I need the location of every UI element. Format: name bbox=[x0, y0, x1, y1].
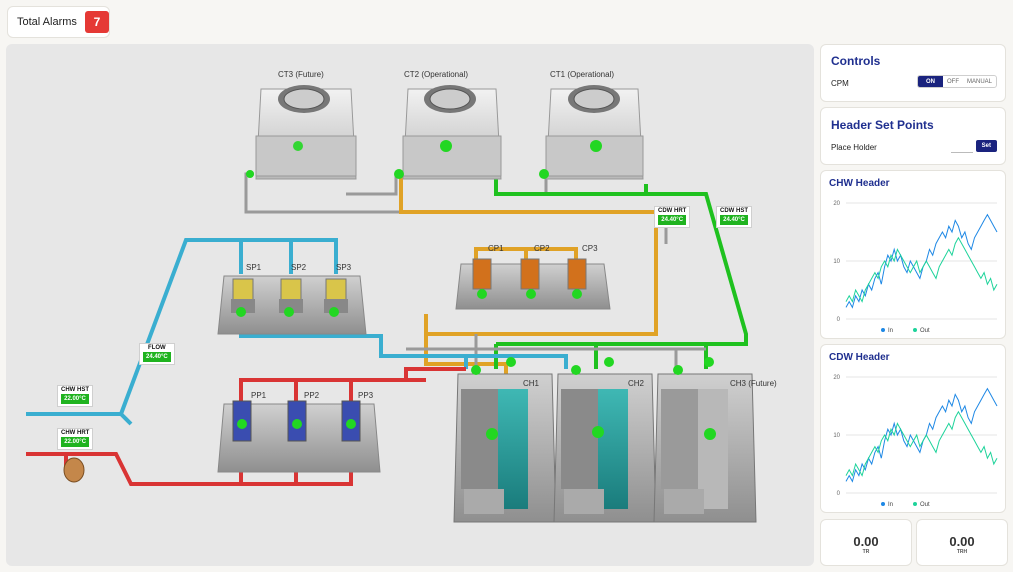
tag-cdw-hst[interactable]: CDW HST 24.40°C bbox=[716, 206, 752, 228]
pump-sp2 bbox=[279, 278, 303, 317]
pump-pp3 bbox=[341, 400, 361, 442]
trh-metric: 0.00 TRH bbox=[916, 519, 1008, 566]
label-cp3: CP3 bbox=[582, 244, 598, 253]
tag-cdw-hrt-value: 24.40°C bbox=[658, 215, 687, 225]
tag-chw-hrt-name: CHW HRT bbox=[61, 430, 90, 436]
legend-marker-out bbox=[913, 502, 917, 506]
tag-flow-name: FLOW bbox=[148, 345, 166, 351]
tr-unit: TR bbox=[862, 549, 870, 555]
cpm-manual-option[interactable]: MANUAL bbox=[963, 76, 996, 87]
pp-pump-skid bbox=[217, 400, 381, 473]
tag-cdw-hst-value: 24.40°C bbox=[720, 215, 748, 225]
setpoint-input[interactable] bbox=[951, 152, 973, 153]
tag-cdw-hrt-name: CDW HRT bbox=[658, 208, 687, 214]
plant-schematic: CT3 (Future) CT2 (Operational) CT1 (Oper… bbox=[6, 44, 814, 566]
y-tick-label: 0 bbox=[837, 491, 841, 497]
label-cp1: CP1 bbox=[488, 244, 504, 253]
tag-cdw-hrt[interactable]: CDW HRT 24.40°C bbox=[654, 206, 691, 228]
cpm-off-option[interactable]: OFF bbox=[943, 76, 963, 87]
legend-label-out: Out bbox=[920, 502, 930, 508]
tag-chw-hrt[interactable]: CHW HRT 22.00°C bbox=[57, 428, 94, 450]
label-cp2: CP2 bbox=[534, 244, 550, 253]
pump-pp2 bbox=[287, 400, 307, 442]
setpoints-title: Header Set Points bbox=[831, 118, 934, 132]
tag-flow-value: 24.40°C bbox=[143, 352, 171, 362]
cdw-header-title: CDW Header bbox=[829, 352, 890, 363]
label-ct1: CT1 (Operational) bbox=[550, 70, 615, 79]
plant-diagram bbox=[26, 85, 757, 523]
controls-panel: Controls CPM ON OFF MANUAL bbox=[820, 44, 1006, 102]
pump-sp1 bbox=[231, 278, 255, 317]
trh-unit: TRH bbox=[956, 549, 968, 555]
cooling-tower-ct2 bbox=[394, 85, 502, 180]
cooling-tower-ct3 bbox=[246, 85, 357, 180]
series-line-out bbox=[845, 236, 998, 303]
cdw-header-chart: 0 10 20 In Out bbox=[833, 375, 998, 508]
legend-marker-out bbox=[913, 328, 917, 332]
label-ch2: CH2 bbox=[628, 379, 645, 388]
tag-flow[interactable]: FLOW 24.40°C bbox=[139, 343, 175, 365]
cp-pump-skid bbox=[455, 258, 611, 310]
tag-cdw-hst-name: CDW HST bbox=[720, 208, 748, 214]
label-ct2: CT2 (Operational) bbox=[404, 70, 469, 79]
controls-title: Controls bbox=[831, 54, 881, 68]
chw-header-title: CHW Header bbox=[829, 178, 890, 189]
cdw-header-chart-panel: CDW Header 0 10 20 In Out bbox=[820, 344, 1006, 513]
label-sp2: SP2 bbox=[291, 263, 307, 272]
alarm-count-badge[interactable]: 7 bbox=[84, 11, 109, 33]
legend-label-in: In bbox=[888, 502, 893, 508]
series-line-out bbox=[845, 410, 998, 477]
pump-pp1 bbox=[232, 400, 252, 442]
set-button[interactable]: Set bbox=[975, 140, 997, 152]
legend-label-out: Out bbox=[920, 328, 930, 334]
tag-chw-hst-value: 22.00°C bbox=[61, 394, 89, 404]
label-ct3: CT3 (Future) bbox=[278, 70, 324, 79]
tag-chw-hst[interactable]: CHW HST 22.00°C bbox=[57, 385, 93, 407]
tag-chw-hst-name: CHW HST bbox=[61, 387, 89, 393]
chiller-ch1 bbox=[453, 357, 557, 523]
ct-header-pipe bbox=[244, 172, 668, 244]
label-sp1: SP1 bbox=[246, 263, 262, 272]
placeholder-label: Place Holder bbox=[831, 143, 877, 152]
label-ch1: CH1 bbox=[523, 379, 540, 388]
total-alarms-box[interactable]: Total Alarms 7 bbox=[7, 6, 110, 38]
y-tick-label: 10 bbox=[833, 259, 840, 265]
label-ch3: CH3 (Future) bbox=[730, 379, 777, 388]
label-pp2: PP2 bbox=[304, 391, 320, 400]
legend-label-in: In bbox=[888, 328, 893, 334]
label-pp1: PP1 bbox=[251, 391, 267, 400]
label-sp3: SP3 bbox=[336, 263, 352, 272]
cpm-on-option[interactable]: ON bbox=[917, 76, 943, 87]
y-tick-label: 20 bbox=[833, 375, 840, 381]
tr-metric: 0.00 TR bbox=[820, 519, 912, 566]
tr-value: 0.00 bbox=[853, 534, 879, 549]
sp-pump-skid bbox=[217, 275, 367, 335]
pump-sp3 bbox=[324, 278, 348, 317]
chw-header-chart-panel: CHW Header 0 10 20 In Out bbox=[820, 170, 1006, 339]
expansion-tank bbox=[63, 457, 85, 483]
y-tick-label: 10 bbox=[833, 433, 840, 439]
chw-header-chart: 0 10 20 In Out bbox=[833, 201, 998, 334]
legend-marker-in bbox=[881, 502, 885, 506]
tag-chw-hrt-value: 22.00°C bbox=[61, 437, 90, 447]
cooling-tower-ct1 bbox=[539, 85, 644, 180]
cpm-mode-toggle[interactable]: ON OFF MANUAL bbox=[916, 75, 997, 88]
cpm-label: CPM bbox=[831, 79, 849, 88]
header-setpoints-panel: Header Set Points Place Holder Set bbox=[820, 107, 1006, 165]
y-tick-label: 0 bbox=[837, 317, 841, 323]
total-alarms-label: Total Alarms bbox=[17, 16, 77, 28]
label-pp3: PP3 bbox=[358, 391, 374, 400]
trh-value: 0.00 bbox=[949, 534, 975, 549]
y-tick-label: 20 bbox=[833, 201, 840, 207]
legend-marker-in bbox=[881, 328, 885, 332]
